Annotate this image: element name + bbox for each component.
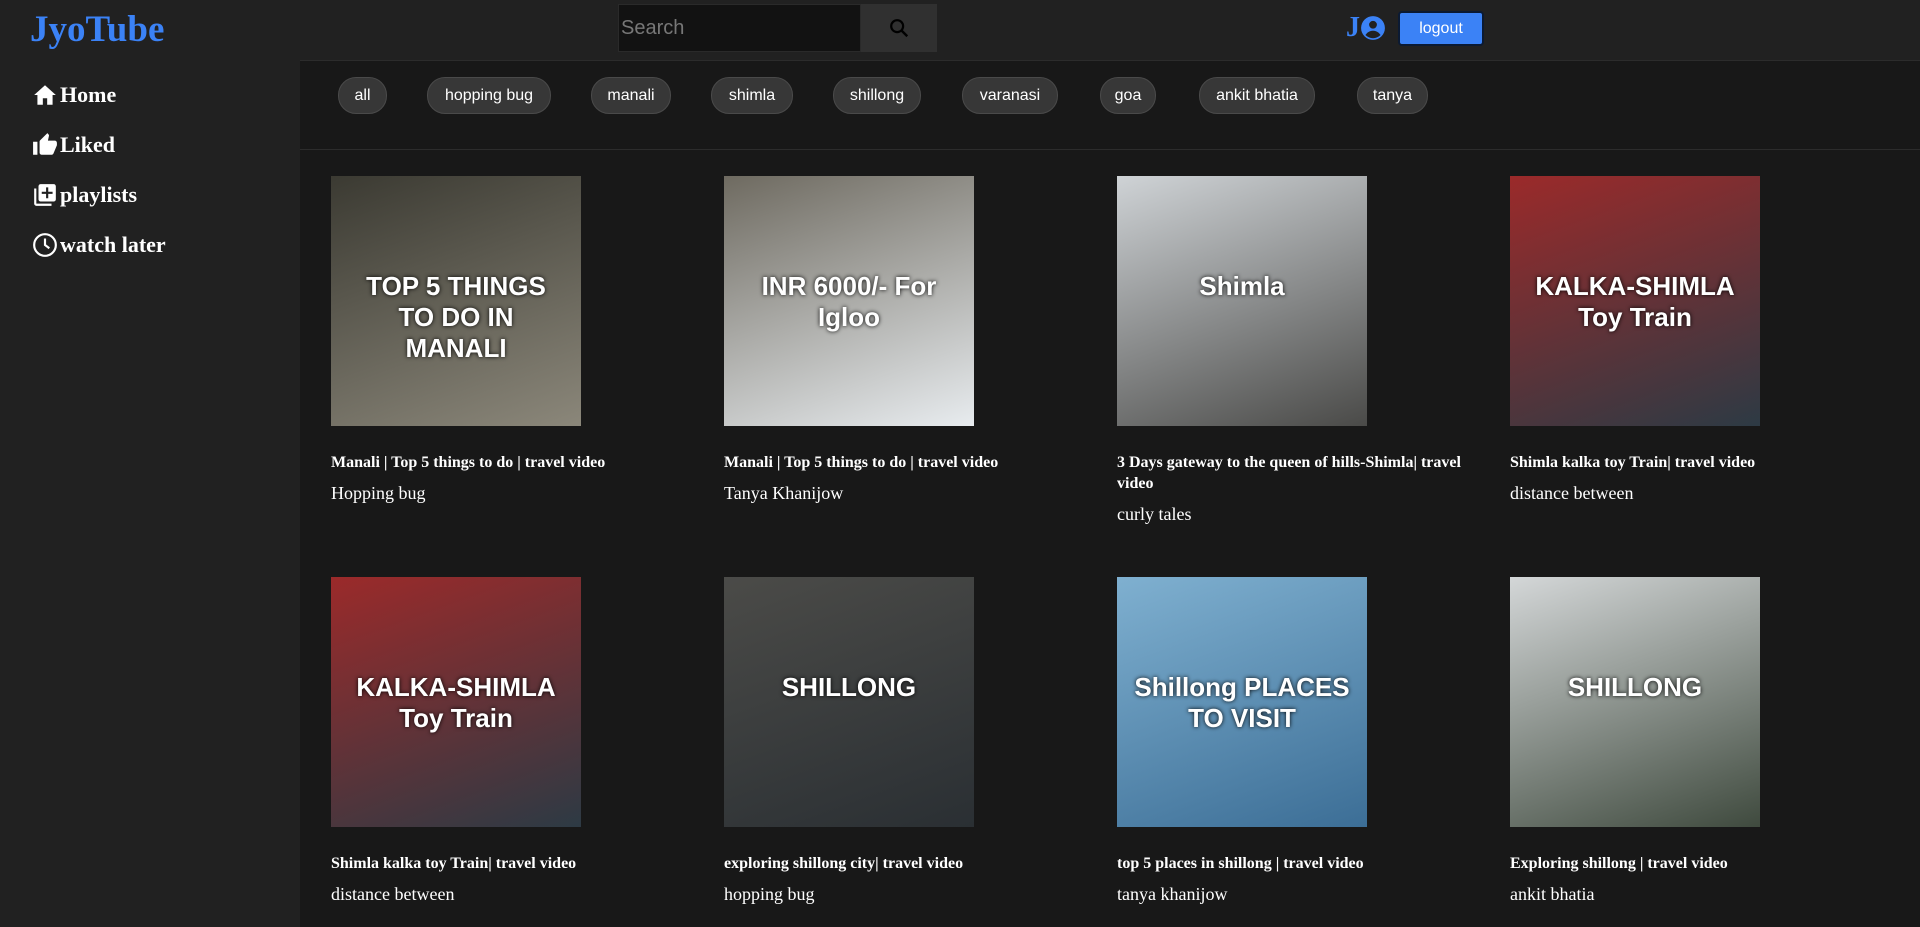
- video-thumbnail[interactable]: SHILLONG: [1510, 577, 1760, 827]
- chip-hopping-bug[interactable]: hopping bug: [427, 77, 551, 114]
- account-circle-icon: [1361, 16, 1385, 40]
- chip-tanya[interactable]: tanya: [1357, 77, 1428, 114]
- playlist-add-icon: [34, 184, 56, 206]
- video-title[interactable]: 3 Days gateway to the queen of hills-Shi…: [1117, 452, 1497, 494]
- chip-manali[interactable]: manali: [591, 77, 671, 114]
- video-card[interactable]: INR 6000/- For Igloo Manali | Top 5 thin…: [724, 176, 1104, 504]
- sidebar-item-home[interactable]: Home: [32, 82, 116, 108]
- user-initial: J: [1346, 12, 1360, 43]
- sidebar-item-label: Liked: [60, 132, 116, 157]
- video-card[interactable]: TOP 5 THINGS TO DO IN MANALI Manali | To…: [331, 176, 711, 504]
- video-title[interactable]: Shimla kalka toy Train| travel video: [331, 853, 711, 874]
- user-profile[interactable]: J: [1346, 12, 1386, 44]
- logout-button[interactable]: logout: [1398, 11, 1484, 46]
- video-title[interactable]: Manali | Top 5 things to do | travel vid…: [724, 452, 1104, 473]
- chip-varanasi[interactable]: varanasi: [962, 77, 1058, 114]
- thumbnail-lettering: Shimla: [1199, 271, 1285, 301]
- channel-name[interactable]: hopping bug: [724, 884, 1104, 905]
- thumbnail-lettering: Shillong PLACES TO VISIT: [1134, 672, 1350, 733]
- channel-name[interactable]: ankit bhatia: [1510, 884, 1890, 905]
- video-card[interactable]: KALKA-SHIMLA Toy Train Shimla kalka toy …: [1510, 176, 1890, 504]
- thumbnail-lettering: KALKA-SHIMLA Toy Train: [1535, 271, 1735, 332]
- sidebar: Home Liked playlists watch later: [0, 60, 300, 927]
- video-title[interactable]: Exploring shillong | travel video: [1510, 853, 1890, 874]
- chip-ankit-bhatia[interactable]: ankit bhatia: [1199, 77, 1315, 114]
- channel-name[interactable]: distance between: [331, 884, 711, 905]
- thumbnail-lettering: SHILLONG: [781, 672, 917, 702]
- logo[interactable]: JyoTube: [30, 8, 164, 51]
- video-card[interactable]: SHILLONG exploring shillong city| travel…: [724, 577, 1104, 905]
- video-card[interactable]: Shimla 3 Days gateway to the queen of hi…: [1117, 176, 1497, 525]
- sidebar-item-label: watch later: [60, 232, 166, 257]
- video-thumbnail[interactable]: KALKA-SHIMLA Toy Train: [1510, 176, 1760, 426]
- video-title[interactable]: Shimla kalka toy Train| travel video: [1510, 452, 1890, 473]
- channel-name[interactable]: distance between: [1510, 483, 1890, 504]
- video-title[interactable]: exploring shillong city| travel video: [724, 853, 1104, 874]
- video-thumbnail[interactable]: Shimla: [1117, 176, 1367, 426]
- video-thumbnail[interactable]: INR 6000/- For Igloo: [724, 176, 974, 426]
- video-thumbnail[interactable]: KALKA-SHIMLA Toy Train: [331, 577, 581, 827]
- top-header: JyoTube J logout: [0, 0, 1920, 60]
- thumbs-up-icon: [33, 133, 57, 155]
- sidebar-item-label: Home: [60, 82, 117, 107]
- home-icon: [34, 85, 56, 105]
- video-thumbnail[interactable]: TOP 5 THINGS TO DO IN MANALI: [331, 176, 581, 426]
- search-input[interactable]: [618, 4, 861, 52]
- chip-shillong[interactable]: shillong: [833, 77, 921, 114]
- video-thumbnail[interactable]: SHILLONG: [724, 577, 974, 827]
- chip-all[interactable]: all: [338, 77, 387, 114]
- sidebar-item-liked[interactable]: Liked: [32, 132, 115, 158]
- clock-icon: [33, 233, 57, 257]
- channel-name[interactable]: Tanya Khanijow: [724, 483, 1104, 504]
- thumbnail-lettering: SHILLONG: [1567, 672, 1703, 702]
- thumbnail-lettering: INR 6000/- For Igloo: [761, 271, 937, 332]
- category-chips: all hopping bug manali shimla shillong v…: [300, 60, 1920, 150]
- thumbnail-lettering: KALKA-SHIMLA Toy Train: [356, 672, 556, 733]
- search-icon: [890, 19, 909, 38]
- search-button[interactable]: [861, 4, 937, 52]
- channel-name[interactable]: curly tales: [1117, 504, 1497, 525]
- video-card[interactable]: KALKA-SHIMLA Toy Train Shimla kalka toy …: [331, 577, 711, 905]
- video-card[interactable]: SHILLONG Exploring shillong | travel vid…: [1510, 577, 1890, 905]
- sidebar-item-label: playlists: [60, 182, 138, 207]
- channel-name[interactable]: tanya khanijow: [1117, 884, 1497, 905]
- chip-goa[interactable]: goa: [1100, 77, 1156, 114]
- video-title[interactable]: Manali | Top 5 things to do | travel vid…: [331, 452, 711, 473]
- video-thumbnail[interactable]: Shillong PLACES TO VISIT: [1117, 577, 1367, 827]
- sidebar-item-playlists[interactable]: playlists: [32, 182, 137, 208]
- video-title[interactable]: top 5 places in shillong | travel video: [1117, 853, 1497, 874]
- video-card[interactable]: Shillong PLACES TO VISIT top 5 places in…: [1117, 577, 1497, 905]
- thumbnail-lettering: TOP 5 THINGS TO DO IN MANALI: [366, 271, 546, 363]
- channel-name[interactable]: Hopping bug: [331, 483, 711, 504]
- chip-shimla[interactable]: shimla: [711, 77, 793, 114]
- sidebar-item-watch-later[interactable]: watch later: [32, 232, 166, 258]
